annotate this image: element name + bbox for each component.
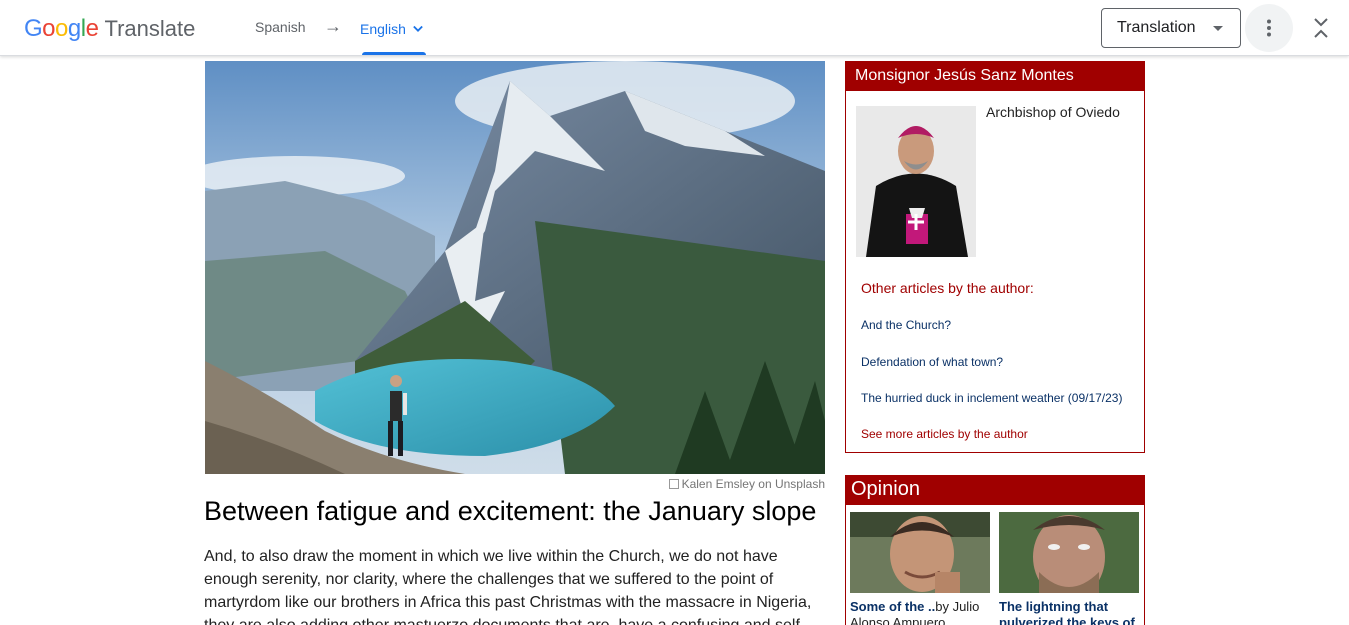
opinion-card-text: Some of the ..by Julio Alonso Ampuero <box>850 599 990 625</box>
opinion-photo-1 <box>850 512 990 593</box>
view-mode-value: Translation <box>1117 19 1196 36</box>
opinion-card[interactable]: Some of the ..by Julio Alonso Ampuero <box>850 512 990 625</box>
target-language-label: English <box>360 21 406 37</box>
author-role: Archbishop of Oviedo <box>986 104 1120 120</box>
collapse-icon <box>1314 18 1328 38</box>
opinion-title: Opinion <box>846 476 1144 505</box>
camera-icon <box>668 479 679 489</box>
active-tab-indicator <box>362 52 426 55</box>
article-link[interactable]: Defendation of what town? <box>861 355 1003 369</box>
article-link[interactable]: And the Church? <box>861 318 951 332</box>
view-mode-select[interactable]: Translation <box>1101 8 1241 48</box>
see-more-link[interactable]: See more articles by the author <box>861 427 1028 441</box>
target-language-tab[interactable]: English <box>360 19 428 39</box>
opinion-card[interactable]: The lightning that pulverized the keys o… <box>999 512 1139 625</box>
more-options-button[interactable] <box>1245 4 1293 52</box>
opinion-box: Opinion Some of the ..by Julio Alonso Am… <box>845 475 1145 625</box>
google-translate-logo[interactable]: Google Translate <box>24 15 195 43</box>
more-vert-icon <box>1267 19 1271 37</box>
opinion-card-title[interactable]: Some of the .. <box>850 599 935 614</box>
photo-credit-text: Kalen Emsley on Unsplash <box>681 477 825 491</box>
google-translate-bar: Google Translate Spanish → English Trans… <box>0 0 1349 56</box>
opinion-card-title[interactable]: The lightning that pulverized the keys o… <box>999 599 1135 625</box>
article-headline: Between fatigue and excitement: the Janu… <box>204 496 817 526</box>
mountain-lake-photo <box>205 61 825 474</box>
opinion-author-photo[interactable] <box>999 512 1139 593</box>
translate-wordmark: Translate <box>104 16 196 41</box>
opinion-photo-2 <box>999 512 1139 593</box>
article-hero-image <box>205 61 825 474</box>
chevron-down-icon <box>413 25 423 32</box>
author-portrait <box>856 106 976 257</box>
author-box: Monsignor Jesús Sanz Montes Archbishop o… <box>845 61 1145 453</box>
other-articles-title: Other articles by the author: <box>861 280 1034 296</box>
opinion-card-text: The lightning that pulverized the keys o… <box>999 599 1139 625</box>
source-language-tab[interactable]: Spanish <box>255 19 306 35</box>
author-photo[interactable] <box>856 106 976 257</box>
opinion-author-photo[interactable] <box>850 512 990 593</box>
arrow-right-icon: → <box>324 16 342 36</box>
author-name[interactable]: Monsignor Jesús Sanz Montes <box>846 62 1144 91</box>
dropdown-caret-icon <box>1213 26 1223 31</box>
collapse-bar-button[interactable] <box>1305 12 1337 44</box>
photo-credit: Kalen Emsley on Unsplash <box>205 477 825 491</box>
article-body: And, to also draw the moment in which we… <box>204 548 812 625</box>
article-link[interactable]: The hurried duck in inclement weather (0… <box>861 391 1122 405</box>
google-wordmark: Google <box>24 15 99 42</box>
